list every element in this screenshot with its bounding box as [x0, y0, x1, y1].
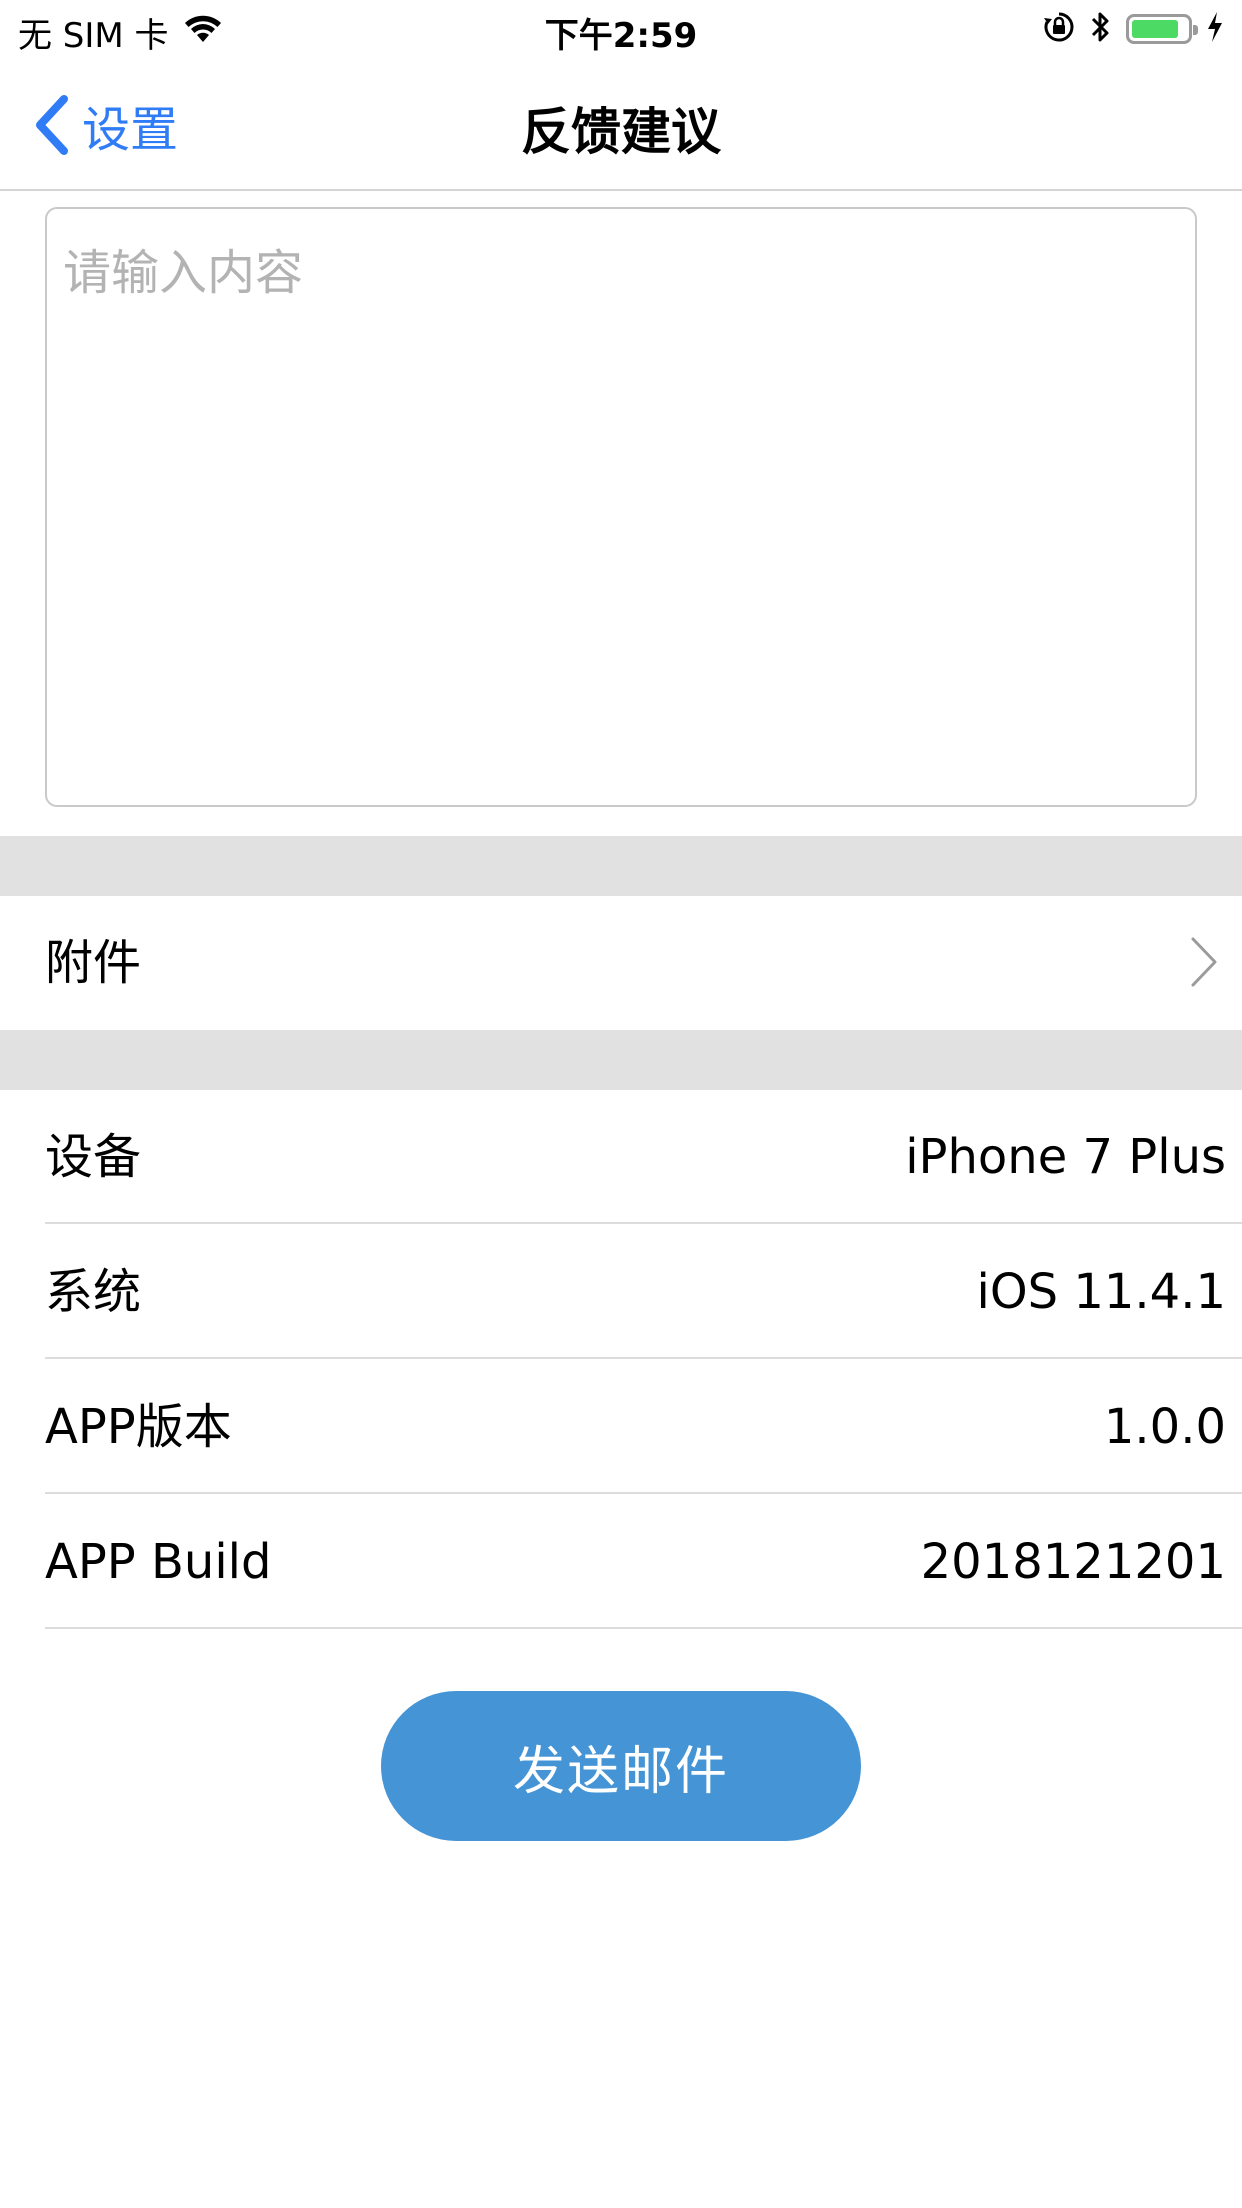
info-row-label: 系统: [45, 1264, 142, 1320]
info-row-label: APP Build: [45, 1534, 272, 1590]
page-title: 反馈建议: [521, 103, 721, 161]
battery-level: [1132, 20, 1178, 38]
rotation-lock-icon: [1042, 10, 1076, 48]
info-row-app-version: APP版本 1.0.0: [0, 1360, 1242, 1494]
row-divider: [45, 1222, 1242, 1224]
row-divider: [45, 1357, 1242, 1359]
info-row-value: iPhone 7 Plus: [905, 1129, 1226, 1185]
status-right: [1042, 10, 1224, 48]
info-row-system: 系统 iOS 11.4.1: [0, 1225, 1242, 1359]
send-email-button[interactable]: 发送邮件: [381, 1691, 861, 1841]
battery-cap: [1193, 25, 1198, 35]
battery-icon: [1126, 14, 1198, 44]
section-gap: [0, 836, 1242, 896]
info-row-app-build: APP Build 2018121201: [0, 1495, 1242, 1629]
info-row-device: 设备 iPhone 7 Plus: [0, 1090, 1242, 1224]
info-row-value: 2018121201: [920, 1534, 1226, 1590]
section-gap: [0, 1030, 1242, 1090]
attachment-row[interactable]: 附件: [0, 896, 1242, 1030]
info-row-label: APP版本: [45, 1399, 232, 1455]
info-row-label: 设备: [45, 1129, 142, 1185]
attachment-label: 附件: [45, 935, 142, 991]
info-row-value: iOS 11.4.1: [976, 1264, 1226, 1320]
bluetooth-icon: [1090, 10, 1112, 48]
info-row-value: 1.0.0: [1103, 1399, 1226, 1455]
navigation-bar: 设置 反馈建议: [0, 60, 1242, 191]
row-divider: [45, 1492, 1242, 1494]
chevron-right-icon: [1191, 937, 1217, 987]
charging-icon: [1206, 11, 1224, 47]
status-bar: 无 SIM 卡 下午2:59: [0, 0, 1242, 60]
feedback-input[interactable]: [45, 207, 1197, 807]
row-divider: [45, 1627, 1242, 1629]
